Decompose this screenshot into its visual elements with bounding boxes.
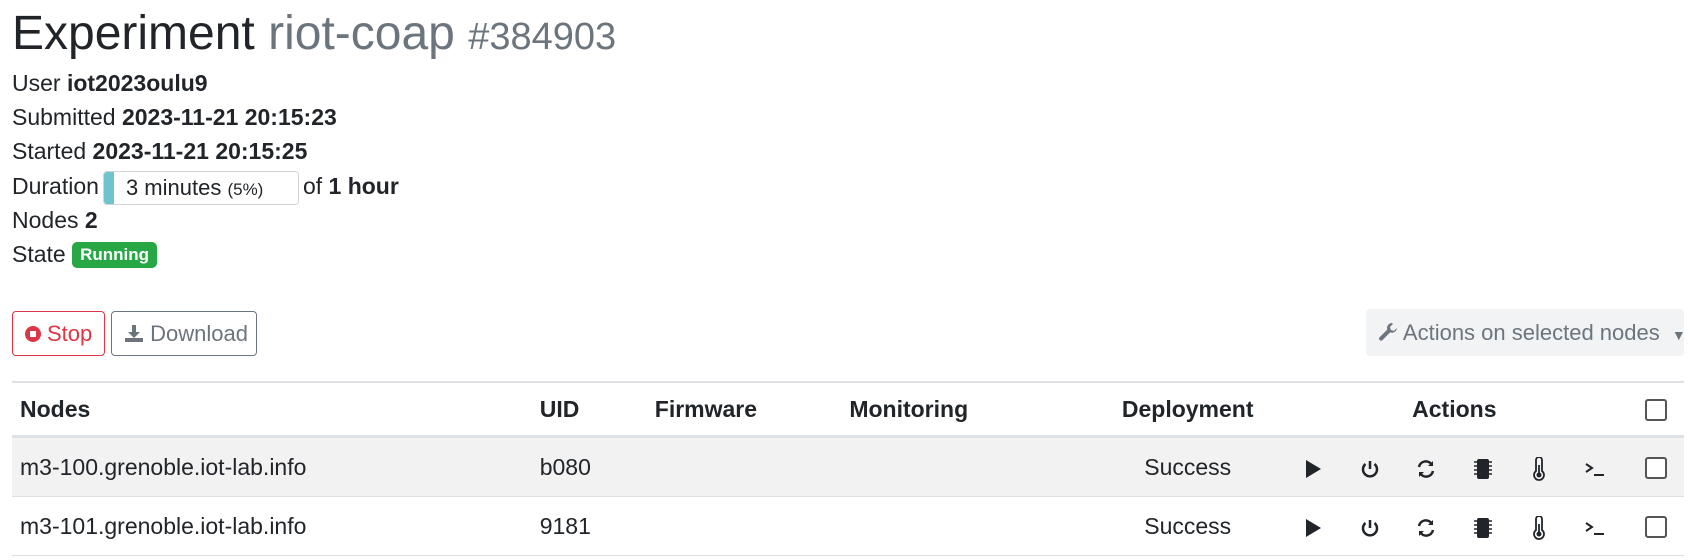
stop-icon — [25, 326, 41, 342]
select-all-cell — [1628, 381, 1684, 438]
experiment-name: riot-coap — [268, 7, 455, 60]
play-icon[interactable] — [1288, 454, 1338, 481]
row-select-cell — [1628, 496, 1684, 556]
thermometer-icon[interactable] — [1514, 454, 1564, 482]
nodes-table: Nodes UID Firmware Monitoring Deployment… — [12, 381, 1684, 556]
actions-label: Actions on selected nodes — [1402, 320, 1660, 345]
terminal-icon[interactable] — [1570, 454, 1620, 481]
header-nodes[interactable]: Nodes — [12, 381, 532, 438]
user-label: User — [12, 70, 61, 96]
duration-progress-fill — [103, 171, 114, 204]
node-deployment: Success — [1095, 496, 1281, 556]
header-firmware[interactable]: Firmware — [646, 381, 842, 438]
chip-icon[interactable] — [1458, 454, 1508, 481]
header-deployment[interactable]: Deployment — [1095, 381, 1281, 438]
node-firmware — [646, 496, 842, 556]
user-row: User iot2023oulu9 — [12, 66, 208, 100]
page-title: Experiment riot-coap #384903 — [12, 4, 616, 67]
duration-percent: (5%) — [227, 179, 264, 199]
table-row: m3-100.grenoble.iot-lab.info b080 Succes… — [12, 436, 1684, 497]
thermometer-icon[interactable] — [1514, 513, 1564, 541]
node-firmware — [646, 436, 842, 497]
duration-label: Duration — [12, 173, 99, 199]
node-actions — [1280, 496, 1629, 556]
node-actions — [1280, 436, 1629, 497]
duration-of: of — [302, 173, 323, 199]
wrench-icon — [1378, 320, 1403, 345]
started-value: 2023-11-21 20:15:25 — [92, 138, 308, 164]
download-button[interactable]: Download — [111, 311, 257, 356]
node-monitoring — [841, 496, 1096, 556]
reset-icon[interactable] — [1401, 454, 1451, 481]
actions-dropdown-button[interactable]: Actions on selected nodes ▼ — [1366, 309, 1686, 356]
caret-down-icon: ▼ — [1671, 327, 1686, 343]
play-icon[interactable] — [1288, 513, 1338, 540]
submitted-label: Submitted — [12, 104, 116, 130]
row-select-cell — [1628, 436, 1684, 497]
duration-value: 3 minutes — [125, 174, 222, 200]
duration-total: 1 hour — [328, 173, 399, 199]
duration-progress: 3 minutes (5%) — [102, 170, 299, 205]
table-header-row: Nodes UID Firmware Monitoring Deployment… — [12, 381, 1684, 438]
submitted-value: 2023-11-21 20:15:23 — [121, 104, 337, 130]
stop-button[interactable]: Stop — [12, 311, 105, 356]
started-label: Started — [12, 138, 87, 164]
node-uid: b080 — [531, 436, 647, 497]
download-icon — [124, 321, 150, 346]
node-deployment: Success — [1095, 436, 1281, 497]
header-actions: Actions — [1280, 381, 1629, 438]
stop-label: Stop — [47, 321, 93, 346]
select-all-checkbox[interactable] — [1645, 399, 1668, 422]
power-icon[interactable] — [1345, 513, 1395, 540]
download-label: Download — [150, 321, 248, 346]
title-prefix: Experiment — [12, 7, 255, 60]
reset-icon[interactable] — [1401, 513, 1451, 540]
state-label: State — [12, 241, 66, 267]
header-monitoring[interactable]: Monitoring — [841, 381, 1096, 438]
started-row: Started 2023-11-21 20:15:25 — [12, 134, 307, 168]
node-name[interactable]: m3-100.grenoble.iot-lab.info — [12, 436, 532, 497]
duration-row: Duration 3 minutes (5%) of 1 hour — [12, 169, 399, 205]
state-row: State Running — [12, 237, 158, 271]
node-uid: 9181 — [531, 496, 647, 556]
experiment-number: #384903 — [468, 16, 617, 58]
nodes-value: 2 — [84, 207, 98, 233]
nodes-label: Nodes — [12, 207, 79, 233]
user-value: iot2023oulu9 — [66, 70, 208, 96]
power-icon[interactable] — [1345, 454, 1395, 481]
row-checkbox[interactable] — [1645, 516, 1668, 539]
status-badge: Running — [72, 242, 158, 268]
row-checkbox[interactable] — [1645, 457, 1668, 480]
chip-icon[interactable] — [1458, 513, 1508, 540]
node-monitoring — [841, 436, 1096, 497]
terminal-icon[interactable] — [1570, 513, 1620, 540]
node-name[interactable]: m3-101.grenoble.iot-lab.info — [12, 496, 532, 556]
table-row: m3-101.grenoble.iot-lab.info 9181 Succes… — [12, 496, 1684, 556]
header-uid[interactable]: UID — [531, 381, 647, 438]
submitted-row: Submitted 2023-11-21 20:15:23 — [12, 100, 337, 134]
nodes-row: Nodes 2 — [12, 203, 98, 237]
